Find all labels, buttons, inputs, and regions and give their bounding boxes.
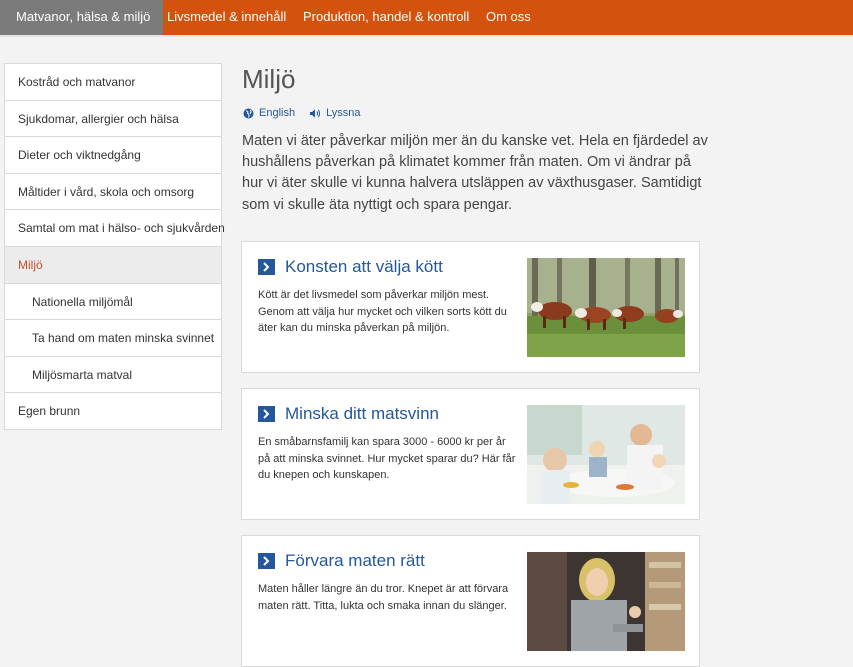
sidebar-item-miljo[interactable]: Miljö xyxy=(5,246,221,284)
card-minska-ditt-matsvinn[interactable]: Minska ditt matsvinn En småbarnsfamilj k… xyxy=(241,388,700,520)
nav-tab-om-oss[interactable]: Om oss xyxy=(486,0,531,35)
card-description: En småbarnsfamilj kan spara 3000 - 6000 … xyxy=(258,436,516,481)
woman-at-fridge-image[interactable] xyxy=(527,552,685,651)
chevron-right-icon xyxy=(258,259,275,275)
sidebar-item-sjukdomar[interactable]: Sjukdomar, allergier och hälsa xyxy=(5,101,221,138)
globe-icon xyxy=(243,108,254,118)
english-link-label: English xyxy=(259,107,296,119)
nav-divider xyxy=(0,35,853,37)
speaker-icon xyxy=(310,109,321,117)
family-at-table-image[interactable] xyxy=(527,405,685,504)
sidebar-item-dieter[interactable]: Dieter och viktnedgång xyxy=(5,137,221,174)
sidebar-item-kostrad[interactable]: Kostråd och matvanor xyxy=(5,64,221,101)
sidebar-item-egen-brunn[interactable]: Egen brunn xyxy=(5,393,221,430)
top-navigation: Matvanor, hälsa & miljö Livsmedel & inne… xyxy=(0,0,853,37)
nav-tab-produktion[interactable]: Produktion, handel & kontroll xyxy=(303,0,469,35)
nav-tab-livsmedel[interactable]: Livsmedel & innehåll xyxy=(167,0,286,35)
card-title[interactable]: Minska ditt matsvinn xyxy=(285,404,439,424)
card-title[interactable]: Konsten att välja kött xyxy=(285,257,443,277)
sidebar-item-ta-hand-om-maten[interactable]: Ta hand om maten minska svinnet xyxy=(5,320,221,357)
card-title[interactable]: Förvara maten rätt xyxy=(285,551,425,571)
card-description: Kött är det livsmedel som påverkar miljö… xyxy=(258,289,507,334)
card-konsten-att-valja-kott[interactable]: Konsten att välja kött Kött är det livsm… xyxy=(241,241,700,373)
listen-link[interactable]: Lyssna xyxy=(309,107,361,119)
cows-in-pasture-image[interactable] xyxy=(527,258,685,357)
language-bar: English Lyssna xyxy=(243,107,375,119)
chevron-right-icon xyxy=(258,406,275,422)
sidebar-item-maltider[interactable]: Måltider i vård, skola och omsorg xyxy=(5,174,221,211)
nav-tab-matvanor[interactable]: Matvanor, hälsa & miljö xyxy=(0,0,164,35)
listen-link-label: Lyssna xyxy=(326,107,361,119)
chevron-right-icon xyxy=(258,553,275,569)
sidebar-item-nationella-miljomal[interactable]: Nationella miljömål xyxy=(5,284,221,321)
card-forvara-maten-ratt[interactable]: Förvara maten rätt Maten håller längre ä… xyxy=(241,535,700,667)
intro-text: Maten vi äter påverkar miljön mer än du … xyxy=(242,133,708,213)
sidebar-item-samtal[interactable]: Samtal om mat i hälso- och sjukvården xyxy=(5,210,225,247)
page-title: Miljö xyxy=(242,64,296,94)
sidebar-menu: Kostråd och matvanor Sjukdomar, allergie… xyxy=(4,63,225,430)
sidebar-item-miljosmarta-matval[interactable]: Miljösmarta matval xyxy=(5,357,221,394)
english-link[interactable]: English xyxy=(243,107,295,119)
card-description: Maten håller längre än du tror. Knepet ä… xyxy=(258,583,509,612)
